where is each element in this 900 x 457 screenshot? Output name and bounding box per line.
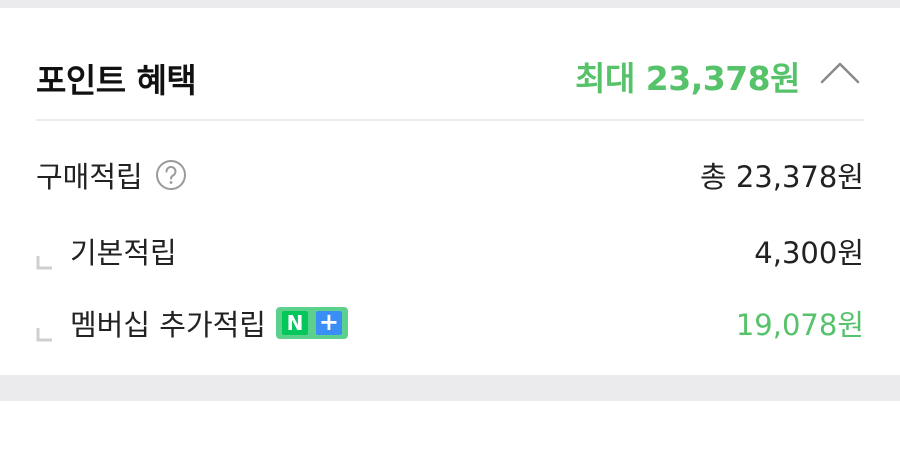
badge-n-icon: N bbox=[281, 311, 308, 335]
bottom-separator bbox=[0, 375, 900, 401]
purchase-points-row: 구매적립 총 23,378원 bbox=[36, 150, 864, 194]
header-divider bbox=[36, 119, 864, 121]
point-benefit-title: 포인트 혜택 bbox=[36, 61, 197, 100]
membership-points-label: 멤버십 추가적립 bbox=[70, 308, 266, 342]
naver-plus-membership-badge: N + bbox=[275, 307, 348, 339]
max-points-amount: 최대 23,378원 bbox=[575, 59, 800, 98]
chevron-up-icon bbox=[820, 62, 860, 84]
point-benefit-header[interactable]: 포인트 혜택 최대 23,378원 bbox=[36, 36, 864, 116]
top-separator bbox=[0, 0, 900, 8]
membership-points-row: 멤버십 추가적립 N + 19,078원 bbox=[36, 298, 864, 342]
basic-points-label: 기본적립 bbox=[70, 236, 177, 270]
purchase-points-total: 총 23,378원 bbox=[699, 160, 864, 194]
sub-item-icon bbox=[36, 245, 54, 270]
purchase-points-label: 구매적립 bbox=[36, 160, 143, 194]
next-section bbox=[0, 401, 900, 457]
collapse-button[interactable] bbox=[816, 50, 864, 98]
badge-plus-icon: + bbox=[315, 310, 342, 335]
sub-item-icon bbox=[36, 317, 54, 342]
question-circle-icon[interactable] bbox=[155, 159, 187, 191]
basic-points-value: 4,300원 bbox=[754, 236, 864, 270]
basic-points-row: 기본적립 4,300원 bbox=[36, 226, 864, 270]
membership-points-value: 19,078원 bbox=[735, 308, 864, 342]
